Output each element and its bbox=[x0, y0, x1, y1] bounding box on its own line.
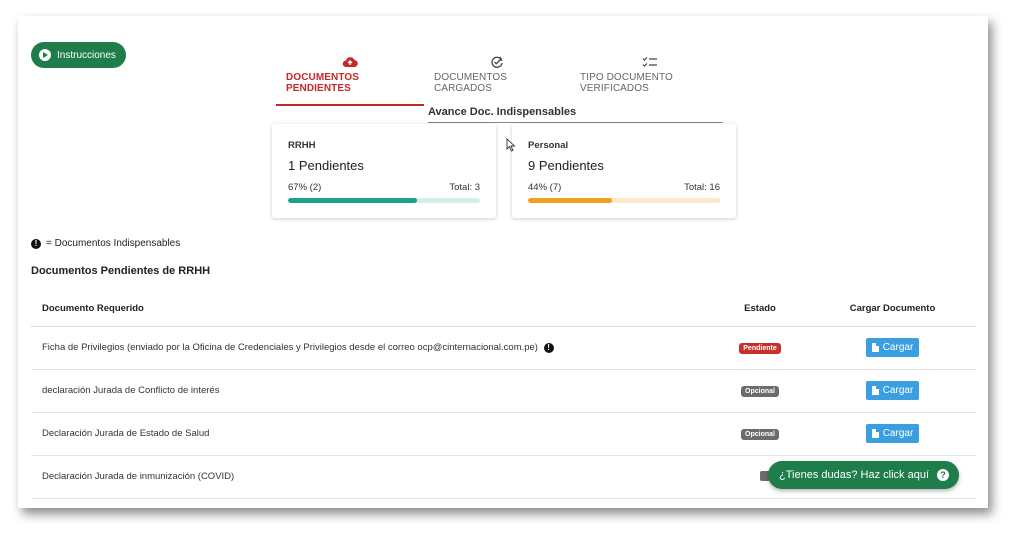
cargar-label: Cargar bbox=[882, 428, 914, 439]
mouse-cursor-icon bbox=[506, 138, 516, 152]
cloud-upload-icon bbox=[342, 54, 358, 70]
card-category: RRHH bbox=[288, 140, 316, 151]
document-name: Declaración Jurada de Estado de Salud bbox=[42, 428, 210, 439]
cargar-label: Cargar bbox=[882, 342, 914, 353]
status-badge: Opcional bbox=[741, 385, 779, 397]
tab-documentos-pendientes[interactable]: DOCUMENTOS PENDIENTES bbox=[276, 54, 424, 106]
exclamation-icon: ! bbox=[31, 238, 41, 249]
tab-tipo-documento-verificados[interactable]: TIPO DOCUMENTO VERIFICADOS bbox=[570, 54, 730, 106]
card-total: Total: 3 bbox=[449, 182, 480, 193]
tabs-bar: DOCUMENTOS PENDIENTES DOCUMENTOS CARGADO… bbox=[276, 54, 730, 106]
progress-card-personal: Personal 9 Pendientes 44% (7) Total: 16 bbox=[512, 124, 736, 218]
checklist-icon bbox=[642, 54, 658, 70]
column-header-cargar: Cargar Documento bbox=[809, 292, 976, 327]
refresh-check-icon bbox=[490, 54, 504, 70]
document-name: Ficha de Privilegios (enviado por la Ofi… bbox=[42, 342, 538, 353]
file-icon bbox=[871, 429, 879, 438]
card-pending: 9 Pendientes bbox=[528, 158, 604, 173]
divider bbox=[428, 122, 723, 123]
column-header-estado: Estado bbox=[711, 292, 809, 327]
card-pending: 1 Pendientes bbox=[288, 158, 364, 173]
play-circle-icon bbox=[39, 49, 51, 61]
card-percent: 44% (7) bbox=[528, 182, 562, 193]
progress-fill bbox=[288, 198, 417, 203]
section-title: Documentos Pendientes de RRHH bbox=[31, 265, 211, 277]
progress-bar bbox=[528, 198, 720, 203]
tab-label: DOCUMENTOS PENDIENTES bbox=[286, 72, 360, 94]
cargar-button[interactable]: Cargar bbox=[865, 381, 920, 400]
main-panel: Instrucciones DOCUMENTOS PENDIENTES DOCU… bbox=[18, 16, 988, 508]
card-percent: 67% (2) bbox=[288, 182, 322, 193]
card-total: Total: 16 bbox=[684, 182, 720, 193]
progress-card-rrhh: RRHH 1 Pendientes 67% (2) Total: 3 bbox=[272, 124, 496, 218]
cargar-button[interactable]: Cargar bbox=[865, 424, 920, 443]
legend-text: = Documentos Indispensables bbox=[46, 238, 181, 249]
legend: ! = Documentos Indispensables bbox=[31, 238, 180, 249]
tab-label: TIPO DOCUMENTO VERIFICADOS bbox=[580, 72, 673, 94]
tab-label: DOCUMENTOS CARGADOS bbox=[434, 72, 508, 94]
table-row: declaración Jurada de Conflicto de inter… bbox=[31, 369, 976, 413]
instructions-button[interactable]: Instrucciones bbox=[31, 42, 126, 68]
tab-documentos-cargados[interactable]: DOCUMENTOS CARGADOS bbox=[424, 54, 570, 106]
progress-bar bbox=[288, 198, 480, 203]
cargar-button[interactable]: Cargar bbox=[865, 338, 920, 357]
help-button[interactable]: ¿Tienes dudas? Haz click aquí ? bbox=[768, 461, 959, 489]
card-category: Personal bbox=[528, 140, 569, 151]
instructions-label: Instrucciones bbox=[57, 49, 116, 61]
document-name: declaración Jurada de Conflicto de inter… bbox=[42, 385, 220, 396]
table-row: Ficha de Privilegios (enviado por la Ofi… bbox=[31, 326, 976, 370]
question-circle-icon: ? bbox=[937, 469, 949, 481]
file-icon bbox=[871, 386, 879, 395]
table-row: Declaración Jurada de Estado de Salud Op… bbox=[31, 412, 976, 456]
exclamation-icon: ! bbox=[543, 342, 554, 353]
column-header-documento: Documento Requerido bbox=[31, 292, 711, 327]
status-badge: Pendiente bbox=[739, 342, 781, 354]
status-badge: Opcional bbox=[741, 428, 779, 440]
help-label: ¿Tienes dudas? Haz click aquí bbox=[779, 469, 929, 481]
cargar-label: Cargar bbox=[882, 385, 914, 396]
progress-fill bbox=[528, 198, 613, 203]
file-icon bbox=[871, 343, 879, 352]
avance-title: Avance Doc. Indispensables bbox=[428, 106, 577, 118]
document-name: Declaración Jurada de inmunización (COVI… bbox=[42, 471, 235, 482]
